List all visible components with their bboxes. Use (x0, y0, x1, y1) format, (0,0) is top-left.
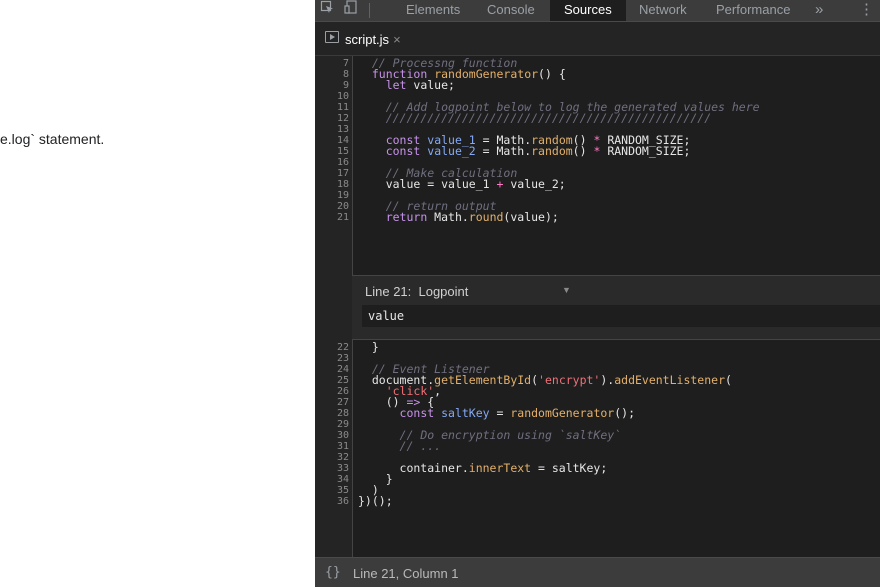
line-number[interactable]: 32 (315, 452, 349, 463)
code-editor[interactable]: 7 // Processng function 8 function random… (315, 56, 880, 557)
inspect-element-icon[interactable] (317, 0, 337, 21)
code-line[interactable]: 33 container.innerText = saltKey; (315, 461, 880, 475)
close-icon[interactable]: × (393, 32, 401, 47)
pretty-print-icon[interactable]: {} (325, 565, 341, 580)
line-number[interactable]: 17 (315, 168, 349, 179)
line-number[interactable]: 12 (315, 113, 349, 124)
line-number[interactable]: 24 (315, 364, 349, 375)
toolbar-divider (369, 3, 370, 18)
line-number[interactable]: 16 (315, 157, 349, 168)
logpoint-title[interactable]: Line 21: Logpoint (365, 284, 468, 299)
line-number[interactable]: 33 (315, 463, 349, 474)
code-line[interactable]: 12 /////////////////////////////////////… (315, 111, 880, 125)
cursor-position: Line 21, Column 1 (353, 566, 459, 581)
line-number[interactable]: 15 (315, 146, 349, 157)
line-number[interactable]: 26 (315, 386, 349, 397)
tab-performance[interactable]: Performance (716, 0, 790, 21)
line-number[interactable]: 25 (315, 375, 349, 386)
code-line[interactable]: 35 ) (315, 484, 880, 496)
tab-elements[interactable]: Elements (406, 0, 460, 21)
tab-sources[interactable]: Sources (550, 0, 626, 21)
editor-tabs-bar: script.js × (315, 22, 880, 56)
show-navigator-icon[interactable] (325, 31, 339, 43)
tab-console[interactable]: Console (487, 0, 535, 21)
code-text: const value_2 = Math.random() * RANDOM_S… (385, 144, 691, 158)
code-text: let value; (385, 78, 455, 92)
line-number[interactable]: 22 (315, 342, 349, 353)
customize-menu-icon[interactable]: ⋮ (859, 0, 874, 21)
code-line[interactable]: 34 } (315, 473, 880, 485)
code-text: // ... (399, 439, 442, 453)
file-tab-label: script.js (345, 32, 390, 47)
line-number[interactable]: 9 (315, 80, 349, 91)
code-text: } (358, 340, 379, 354)
dropdown-arrow-icon[interactable]: ▼ (562, 285, 571, 295)
line-number[interactable]: 14 (315, 135, 349, 146)
device-toolbar-icon[interactable] (341, 0, 361, 21)
file-tab-script[interactable]: script.js × (345, 29, 401, 51)
line-number[interactable]: 31 (315, 441, 349, 452)
status-bar: {} Line 21, Column 1 (315, 557, 880, 587)
line-number[interactable]: 28 (315, 408, 349, 419)
line-number[interactable]: 13 (315, 124, 349, 135)
line-number[interactable]: 27 (315, 397, 349, 408)
code-text: })(); (358, 494, 393, 508)
line-number[interactable]: 34 (315, 474, 349, 485)
more-tabs-icon[interactable]: » (815, 0, 823, 21)
code-text: value = value_1 + value_2; (358, 177, 566, 191)
line-number[interactable]: 7 (315, 58, 349, 69)
line-number[interactable]: 20 (315, 201, 349, 212)
line-number[interactable]: 21 (315, 212, 349, 223)
code-line[interactable]: 36 })(); (315, 494, 880, 508)
code-line[interactable]: 31 // ... (315, 439, 880, 453)
line-number[interactable]: 29 (315, 419, 349, 430)
line-number[interactable]: 11 (315, 102, 349, 113)
page-body-text: e.log` statement. (0, 131, 105, 147)
code-line[interactable]: 22 } (315, 340, 880, 354)
line-number[interactable]: 36 (315, 496, 349, 507)
tab-network[interactable]: Network (639, 0, 687, 21)
code-text: ////////////////////////////////////////… (385, 111, 712, 125)
line-number[interactable]: 30 (315, 430, 349, 441)
code-text: return Math.round(value); (385, 210, 559, 224)
code-line[interactable]: 15 const value_2 = Math.random() * RANDO… (315, 144, 880, 158)
code-line[interactable]: 18 value = value_1 + value_2; (315, 177, 880, 191)
code-line[interactable]: 28 const saltKey = randomGenerator(); (315, 406, 880, 420)
line-number[interactable]: 19 (315, 190, 349, 201)
line-number[interactable]: 23 (315, 353, 349, 364)
line-number[interactable]: 18 (315, 179, 349, 190)
devtools-panel: Elements Console Sources Network Perform… (315, 0, 880, 587)
code-text: const saltKey = randomGenerator(); (399, 406, 635, 420)
line-number[interactable]: 10 (315, 91, 349, 102)
logpoint-expression-input[interactable]: value (362, 305, 880, 327)
line-number[interactable]: 8 (315, 69, 349, 80)
line-number[interactable]: 35 (315, 485, 349, 496)
code-text: container.innerText = saltKey; (358, 461, 608, 475)
devtools-toolbar: Elements Console Sources Network Perform… (315, 0, 880, 22)
logpoint-editor: Line 21: Logpoint ▼ value (352, 275, 880, 340)
code-line[interactable]: 21 return Math.round(value); (315, 210, 880, 224)
code-line[interactable]: 9 let value; (315, 78, 880, 92)
